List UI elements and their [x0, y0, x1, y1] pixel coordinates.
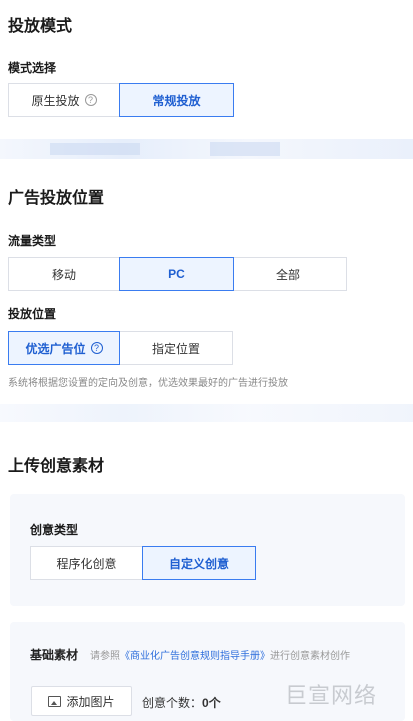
mode-option-regular[interactable]: 常规投放: [119, 83, 234, 117]
traffic-option-mobile[interactable]: 移动: [8, 257, 120, 291]
section-title-upload-creative: 上传创意素材: [8, 458, 105, 475]
creative-option-custom-label: 自定义创意: [168, 556, 229, 571]
mode-select-label: 模式选择: [8, 61, 57, 75]
blur-artifact: [210, 142, 280, 156]
traffic-option-mobile-label: 移动: [51, 267, 76, 282]
section-divider: [0, 404, 413, 422]
placement-option-specified-label: 指定位置: [151, 341, 200, 356]
traffic-option-pc-label: PC: [168, 267, 185, 281]
traffic-option-all-label: 全部: [276, 267, 301, 282]
creative-count: 创意个数：0个: [142, 694, 221, 711]
mode-option-native[interactable]: 原生投放 ?: [8, 83, 120, 117]
creative-option-programmatic[interactable]: 程序化创意: [30, 546, 143, 580]
material-tip: 请参照《商业化广告创意规则指导手册》进行创意素材创作: [90, 647, 350, 662]
add-image-button[interactable]: 添加图片: [31, 686, 132, 716]
traffic-option-all[interactable]: 全部: [233, 257, 347, 291]
add-image-label: 添加图片: [66, 694, 115, 709]
creative-count-value: 0个: [202, 696, 221, 710]
material-tip-prefix: 请参照: [90, 651, 120, 662]
blur-artifact: [50, 143, 140, 155]
placement-segmented-control: 优选广告位 ? 指定位置: [8, 331, 233, 365]
placement-label: 投放位置: [8, 307, 57, 321]
material-tip-suffix: 进行创意素材创作: [270, 651, 350, 662]
mode-option-native-label: 原生投放: [31, 93, 80, 108]
mode-option-regular-label: 常规投放: [152, 93, 201, 108]
traffic-option-pc[interactable]: PC: [119, 257, 234, 291]
creative-option-custom[interactable]: 自定义创意: [142, 546, 256, 580]
guideline-link[interactable]: 《商业化广告创意规则指导手册》: [120, 651, 270, 662]
creative-count-label: 创意个数：: [142, 696, 203, 710]
placement-option-optimized-label: 优选广告位: [25, 341, 86, 356]
material-title: 基础素材: [30, 648, 79, 662]
watermark-logo: 巨宣网络: [285, 683, 378, 708]
placement-option-optimized[interactable]: 优选广告位 ?: [8, 331, 120, 365]
mode-segmented-control: 原生投放 ? 常规投放: [8, 83, 234, 117]
traffic-segmented-control: 移动 PC 全部: [8, 257, 347, 291]
creative-type-label: 创意类型: [30, 523, 79, 537]
placement-option-specified[interactable]: 指定位置: [119, 331, 233, 365]
traffic-type-label: 流量类型: [8, 234, 57, 248]
section-title-delivery-mode: 投放模式: [8, 18, 73, 35]
help-icon[interactable]: ?: [90, 342, 103, 354]
creative-option-programmatic-label: 程序化创意: [56, 556, 117, 571]
help-icon[interactable]: ?: [84, 94, 97, 106]
image-icon: [48, 695, 62, 707]
creative-segmented-control: 程序化创意 自定义创意: [30, 546, 256, 580]
section-title-ad-position: 广告投放位置: [8, 190, 105, 207]
placement-hint: 系统将根据您设置的定向及创意，优选效果最好的广告进行投放: [8, 378, 288, 389]
